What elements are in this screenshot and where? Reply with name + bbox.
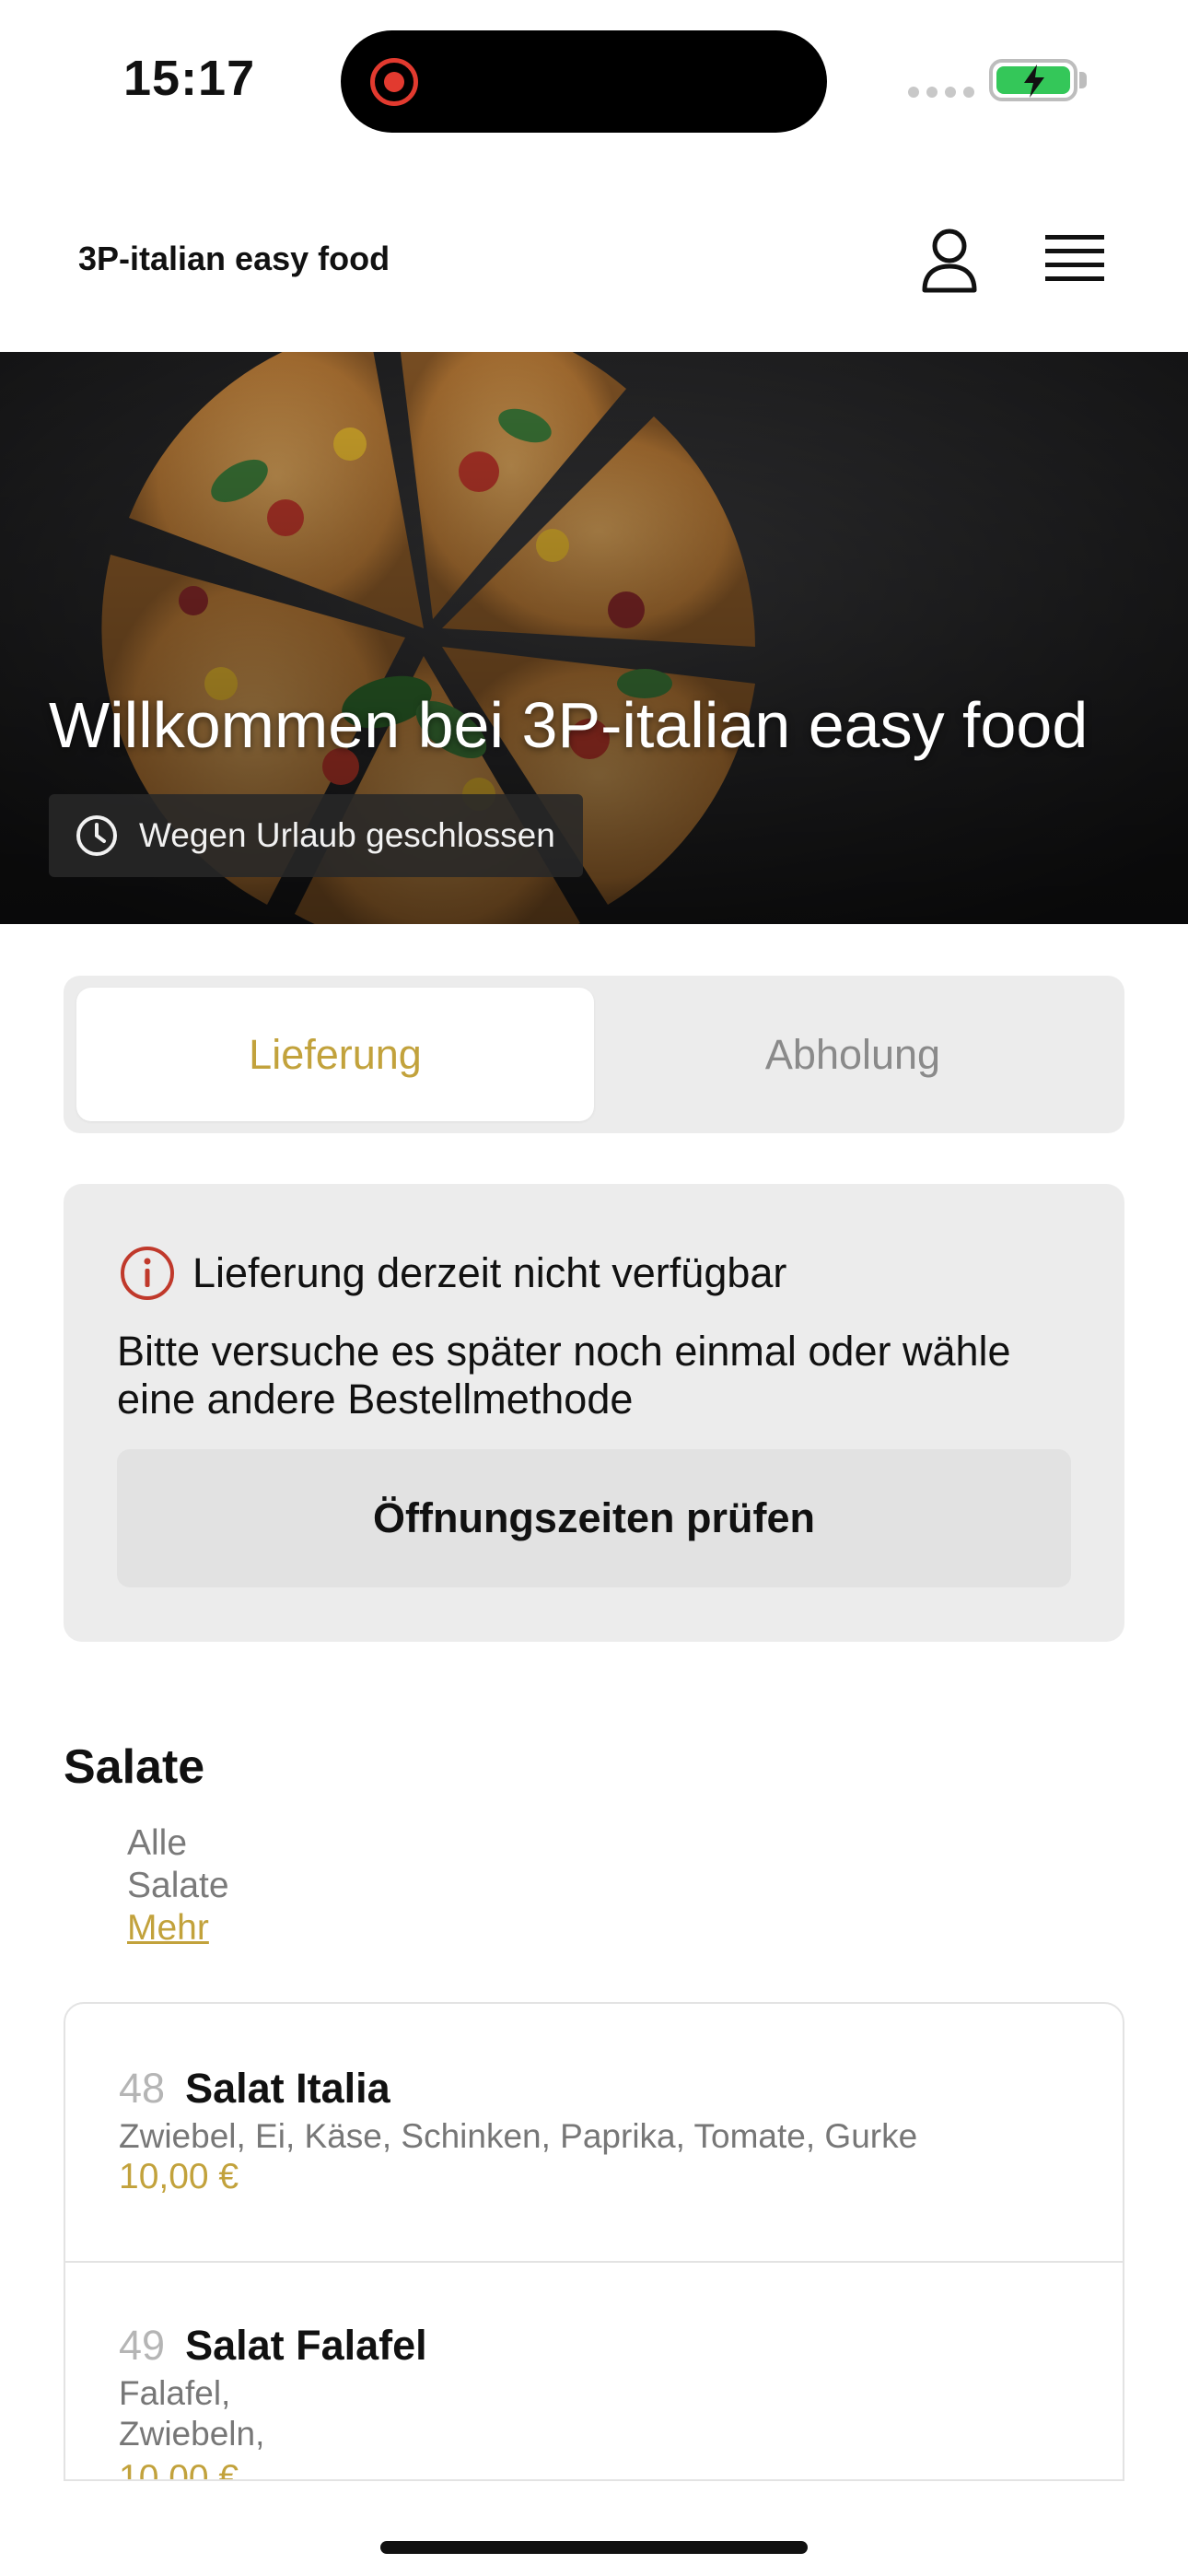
menu-item-price: 10,00 €	[119, 2157, 239, 2196]
order-mode-switch: Lieferung Abholung	[64, 976, 1124, 1133]
notice-message: Bitte versuche es später noch einmal ode…	[117, 1328, 1075, 1423]
more-link[interactable]: Mehr	[127, 1907, 229, 1950]
menu-button[interactable]	[1033, 219, 1116, 302]
dynamic-island	[341, 30, 827, 133]
home-indicator[interactable]	[380, 2541, 808, 2554]
welcome-title: Willkommen bei 3P-italian easy food	[49, 689, 1089, 761]
category-description: Alle Salate Mehr	[127, 1822, 229, 1950]
menu-item-header: 48 Salat Italia	[119, 2065, 390, 2113]
delivery-unavailable-notice: Lieferung derzeit nicht verfügbar Bitte …	[64, 1184, 1124, 1642]
check-opening-hours-button[interactable]: Öffnungszeiten prüfen	[117, 1449, 1071, 1587]
menu-item[interactable]: 48 Salat Italia Zwiebel, Ei, Käse, Schin…	[65, 2004, 1123, 2263]
notice-title: Lieferung derzeit nicht verfügbar	[192, 1249, 787, 1296]
brand-name[interactable]: 3P-italian easy food	[78, 240, 390, 278]
charging-bolt-icon	[1024, 64, 1044, 98]
hero-banner: Willkommen bei 3P-italian easy food Wege…	[0, 352, 1188, 924]
menu-item-name: Salat Falafel	[185, 2322, 427, 2369]
notice-header: Lieferung derzeit nicht verfügbar	[119, 1245, 786, 1302]
opening-status-text: Wegen Urlaub geschlossen	[139, 816, 555, 854]
menu-item[interactable]: 49 Salat Falafel Falafel, Zwiebeln, 10,0…	[65, 2263, 1123, 2481]
tab-delivery[interactable]: Lieferung	[76, 988, 594, 1121]
menu-item-number: 49	[119, 2322, 166, 2369]
notice-message-line: Bitte versuche es später noch einmal ode…	[117, 1328, 1011, 1375]
menu-item-header: 49 Salat Falafel	[119, 2322, 427, 2370]
menu-item-description: Zwiebel, Ei, Käse, Schinken, Paprika, To…	[119, 2117, 918, 2155]
status-time: 15:17	[123, 51, 256, 106]
tab-pickup[interactable]: Abholung	[594, 988, 1112, 1121]
menu-item-description: Falafel, Zwiebeln,	[119, 2373, 1077, 2454]
cellular-signal-icon	[908, 87, 974, 98]
app-screen: 15:17 3P-italian easy food Willkommen be…	[0, 0, 1188, 2576]
person-icon	[922, 228, 977, 293]
menu-item-number: 48	[119, 2065, 166, 2112]
info-circle-icon	[121, 1247, 174, 1300]
status-bar: 15:17	[0, 0, 1188, 157]
recording-indicator-icon	[370, 58, 418, 106]
hamburger-menu-icon	[1045, 235, 1104, 281]
menu-item-description-line: Zwiebeln,	[119, 2415, 265, 2453]
app-header: 3P-italian easy food	[0, 157, 1188, 352]
category-description-line: Alle	[127, 1823, 188, 1863]
menu-item-name: Salat Italia	[185, 2065, 390, 2112]
menu-item-price: 10,00 €	[119, 2458, 239, 2481]
opening-status-badge: Wegen Urlaub geschlossen	[49, 794, 583, 877]
category-description-line: Salate	[127, 1866, 229, 1905]
battery-icon	[989, 59, 1077, 101]
bottom-safe-area	[0, 2483, 1188, 2576]
account-button[interactable]	[908, 219, 991, 302]
menu-item-list: 48 Salat Italia Zwiebel, Ei, Käse, Schin…	[64, 2002, 1124, 2481]
category-title: Salate	[64, 1740, 205, 1794]
battery-tip	[1079, 72, 1087, 88]
notice-message-line: eine andere Bestellmethode	[117, 1376, 634, 1423]
menu-item-description-line: Falafel,	[119, 2374, 231, 2412]
clock-icon	[76, 815, 117, 856]
